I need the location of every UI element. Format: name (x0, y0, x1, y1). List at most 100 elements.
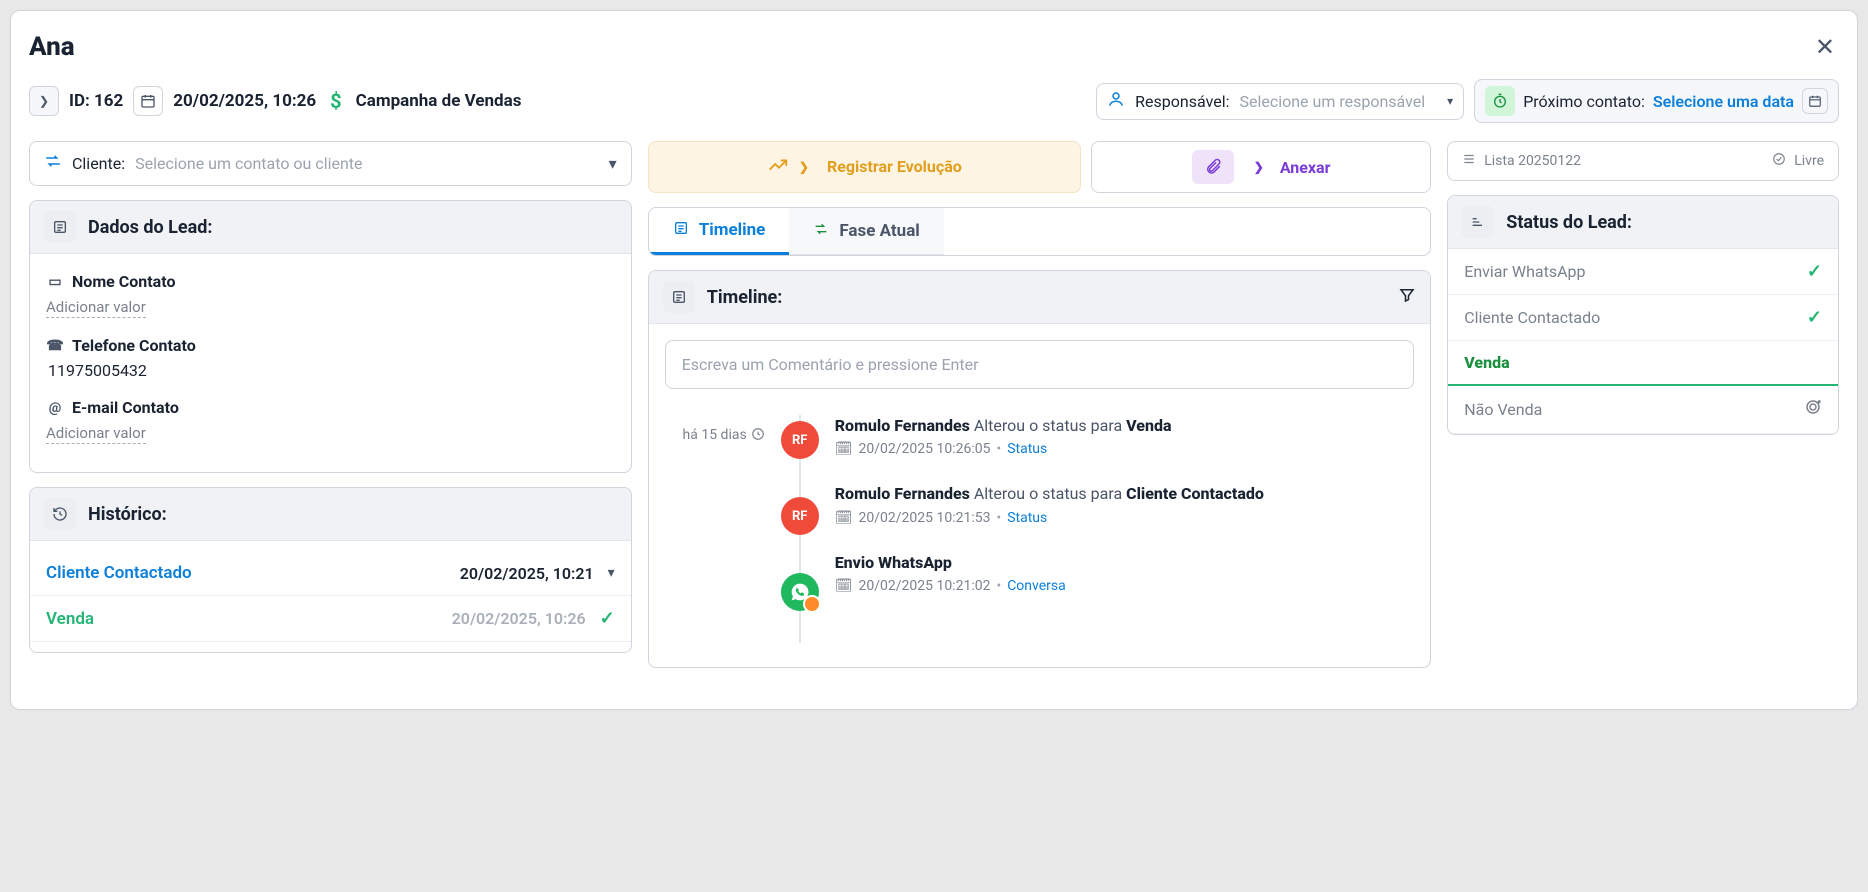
chevron-down-icon: ▾ (608, 565, 615, 581)
history-row[interactable]: Venda 20/02/2025, 10:26 ✓ (30, 596, 631, 642)
history-date: 20/02/2025, 10:21 (460, 564, 594, 583)
timeline-relative-time: há 15 dias (665, 415, 765, 643)
person-icon (1107, 90, 1125, 113)
status-label: Cliente Contactado (1464, 308, 1600, 327)
calendar-icon: 🗓 (835, 510, 853, 526)
history-row[interactable]: Cliente Contactado 20/02/2025, 10:21 ▾ (30, 551, 631, 596)
status-row[interactable]: Venda (1448, 341, 1838, 386)
chevron-down-icon: ▾ (609, 154, 617, 173)
cliente-select[interactable]: Cliente: Selecione um contato ou cliente… (29, 141, 632, 186)
chevron-right-icon: ❯ (1254, 160, 1264, 174)
anexar-label: Anexar (1280, 158, 1331, 177)
history-title: Venda (46, 609, 94, 629)
tel-value: 11975005432 (46, 361, 615, 380)
dollar-icon: $ (330, 89, 341, 113)
avatar: RF (781, 497, 819, 535)
status-row[interactable]: Não Venda (1448, 386, 1838, 434)
list-bar[interactable]: Lista 20250122 Livre (1447, 141, 1839, 181)
timeline-ts: 20/02/2025 10:26:05 (858, 441, 990, 457)
paperclip-icon (1192, 150, 1234, 184)
responsavel-label: Responsável: (1135, 92, 1229, 111)
status-row[interactable]: Enviar WhatsApp ✓ (1448, 249, 1838, 295)
history-date: 20/02/2025, 10:26 (452, 609, 586, 628)
timeline-ts: 20/02/2025 10:21:02 (858, 578, 990, 594)
dados-panel: Dados do Lead: ▭ Nome Contato Adicionar v… (29, 200, 632, 473)
clock-icon (751, 427, 765, 445)
swap-icon (44, 152, 62, 175)
email-value[interactable]: Adicionar valor (46, 424, 146, 444)
header: Ana ✕ (29, 29, 1839, 65)
check-icon: ✓ (1807, 307, 1822, 328)
card-icon: ▭ (46, 274, 64, 290)
registrar-button[interactable]: ❯ Registrar Evolução (648, 141, 1081, 193)
status-title: Status do Lead: (1506, 212, 1632, 233)
historico-panel: Histórico: Cliente Contactado 20/02/2025… (29, 487, 632, 653)
tab-timeline-label: Timeline (699, 220, 766, 240)
list-icon (663, 281, 695, 313)
history-title: Cliente Contactado (46, 563, 192, 583)
chevron-right-icon: ❯ (799, 160, 809, 174)
avatar: RF (781, 421, 819, 459)
registrar-label: Registrar Evolução (827, 158, 962, 176)
nome-value[interactable]: Adicionar valor (46, 298, 146, 318)
status-row[interactable]: Cliente Contactado ✓ (1448, 295, 1838, 341)
subheader: ❯ ID: 162 20/02/2025, 10:26 $ Campanha d… (29, 79, 1839, 123)
responsavel-select[interactable]: Responsável: Selecione um responsável ▾ (1096, 83, 1464, 120)
timeline-item: Romulo Fernandes Alterou o status para C… (835, 483, 1415, 525)
at-icon: @ (46, 400, 64, 416)
tabs: Timeline Fase Atual (648, 207, 1432, 256)
historico-title: Histórico: (88, 504, 167, 525)
status-label: Não Venda (1464, 400, 1542, 419)
campaign-name: Campanha de Vendas (356, 91, 522, 111)
calendar-icon[interactable] (1802, 88, 1828, 114)
comment-input[interactable]: Escreva um Comentário e pressione Enter (665, 340, 1415, 389)
expand-button[interactable]: ❯ (29, 86, 59, 116)
timeline-panel: Timeline: Escreva um Comentário e pressi… (648, 270, 1432, 668)
nome-label: Nome Contato (72, 272, 175, 291)
tel-label: Telefone Contato (72, 336, 196, 355)
timeline-ts: 20/02/2025 10:21:53 (858, 510, 990, 526)
lead-datetime: 20/02/2025, 10:26 (173, 91, 316, 111)
check-icon: ✓ (600, 608, 615, 629)
close-icon[interactable]: ✕ (1811, 29, 1839, 65)
list-name: Lista 20250122 (1484, 153, 1581, 169)
tab-fase[interactable]: Fase Atual (789, 208, 943, 255)
lead-id: ID: 162 (69, 91, 123, 111)
history-icon (44, 498, 76, 530)
filter-icon[interactable] (1398, 286, 1416, 309)
status-label: Venda (1464, 353, 1509, 372)
calendar-icon: 🗓 (835, 578, 853, 594)
trend-up-icon (767, 154, 789, 181)
timeline-tag[interactable]: Status (1007, 510, 1047, 526)
calendar-icon: 🗓 (835, 441, 853, 457)
cliente-placeholder: Selecione um contato ou cliente (135, 154, 362, 173)
swap-icon (813, 221, 829, 241)
responsavel-placeholder: Selecione um responsável (1239, 92, 1425, 111)
whatsapp-icon (781, 573, 819, 611)
steps-icon (1462, 206, 1494, 238)
lead-card: Ana ✕ ❯ ID: 162 20/02/2025, 10:26 $ Camp… (10, 10, 1858, 710)
timeline-item: Romulo Fernandes Alterou o status para V… (835, 415, 1415, 457)
timeline-item: Envio WhatsApp 🗓 20/02/2025 10:21:02 • C… (835, 552, 1415, 594)
timeline-tag[interactable]: Conversa (1007, 578, 1066, 594)
phone-icon: ☎ (46, 338, 64, 354)
list-icon (673, 220, 689, 240)
dados-title: Dados do Lead: (88, 217, 212, 238)
anexar-button[interactable]: ❯ Anexar (1091, 141, 1431, 193)
check-circle-icon (1772, 152, 1786, 170)
stopwatch-icon (1485, 86, 1515, 116)
status-panel: Status do Lead: Enviar WhatsApp ✓ Client… (1447, 195, 1839, 435)
check-icon: ✓ (1807, 261, 1822, 282)
email-label: E-mail Contato (72, 398, 179, 417)
target-icon (1804, 398, 1822, 421)
list-state: Livre (1794, 153, 1824, 169)
list-icon (1462, 152, 1476, 170)
proximo-label: Próximo contato: (1523, 92, 1645, 111)
tab-fase-label: Fase Atual (839, 221, 919, 241)
tab-timeline[interactable]: Timeline (649, 208, 790, 255)
timeline-tag[interactable]: Status (1007, 441, 1047, 457)
proximo-contato[interactable]: Próximo contato: Selecione uma data (1474, 79, 1839, 123)
lead-name: Ana (29, 32, 75, 62)
calendar-icon[interactable] (133, 86, 163, 116)
proximo-link[interactable]: Selecione uma data (1653, 92, 1794, 111)
